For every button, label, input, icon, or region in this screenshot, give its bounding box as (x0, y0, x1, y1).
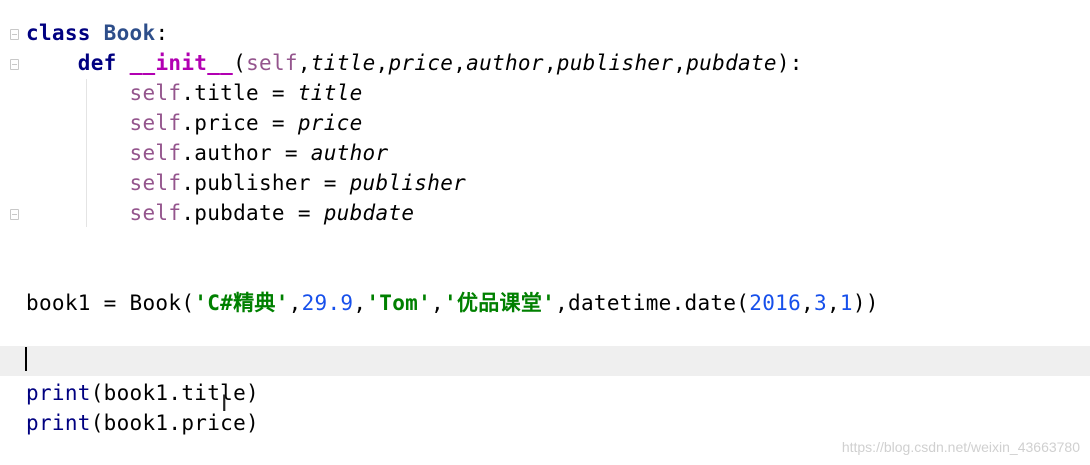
comma: , (543, 51, 557, 75)
code-text: (book1.price) (90, 411, 259, 435)
param-author: author (466, 51, 544, 75)
number-literal: 29.9 (301, 291, 354, 315)
keyword-def: def (77, 51, 117, 75)
string-literal: 'Tom' (366, 291, 432, 315)
fold-toggle-class-icon[interactable] (10, 29, 19, 40)
watermark: https://blog.csdn.net/weixin_43663780 (841, 439, 1080, 455)
builtin-print: print (26, 381, 91, 405)
self-keyword: self (129, 201, 182, 225)
text-caret (25, 347, 27, 371)
code-line-class-def[interactable]: class Book: (26, 18, 168, 48)
current-line-highlight (0, 346, 1090, 376)
fold-end-marker-icon[interactable] (10, 209, 19, 220)
param-publisher: publisher (556, 51, 674, 75)
param-price: price (388, 51, 454, 75)
number-literal: 1 (839, 291, 853, 315)
builtin-print: print (26, 411, 91, 435)
code-text: ,datetime.date( (555, 291, 750, 315)
attribute-assign: .title = (181, 81, 298, 105)
self-keyword: self (129, 141, 182, 165)
code-line-book-instance[interactable]: book1 = Book('C#精典',29.9,'Tom','优品课堂',da… (26, 288, 879, 318)
code-editor[interactable]: class Book: def __init__(self,title,pric… (0, 0, 1090, 465)
self-keyword: self (129, 171, 182, 195)
code-text: (book1.title) (90, 381, 259, 405)
code-line-assign-pubdate[interactable]: self.pubdate = pubdate (26, 198, 414, 228)
param-pubdate: pubdate (686, 51, 777, 75)
param-title: title (310, 51, 376, 75)
string-literal: 'C#精典' (194, 291, 289, 315)
assigned-value: price (297, 111, 363, 135)
attribute-assign: .pubdate = (181, 201, 324, 225)
fold-toggle-def-icon[interactable] (10, 59, 19, 70)
attribute-assign: .price = (181, 111, 298, 135)
code-line-init-def[interactable]: def __init__(self,title,price,author,pub… (26, 48, 803, 78)
paren-close: )) (852, 291, 879, 315)
self-keyword: self (129, 81, 182, 105)
ibeam-cursor-icon: I (221, 392, 228, 417)
comma: , (288, 291, 302, 315)
comma: , (453, 51, 467, 75)
code-line-assign-publisher[interactable]: self.publisher = publisher (26, 168, 466, 198)
comma: , (375, 51, 389, 75)
code-line-assign-title[interactable]: self.title = title (26, 78, 363, 108)
param-self: self (246, 51, 298, 75)
assigned-value: publisher (349, 171, 467, 195)
assigned-value: pubdate (323, 201, 415, 225)
function-name: __init__ (129, 51, 234, 75)
self-keyword: self (129, 111, 182, 135)
comma: , (801, 291, 814, 315)
paren-close-colon: ): (776, 51, 803, 75)
comma: , (673, 51, 687, 75)
attribute-assign: .publisher = (181, 171, 350, 195)
class-name: Book (103, 21, 156, 45)
number-literal: 3 (813, 291, 827, 315)
comma: , (431, 291, 444, 315)
code-line-assign-author[interactable]: self.author = author (26, 138, 389, 168)
string-literal: '优品课堂' (444, 291, 556, 315)
assigned-value: title (297, 81, 363, 105)
comma: , (826, 291, 840, 315)
assigned-value: author (310, 141, 389, 165)
comma: , (297, 51, 311, 75)
comma: , (353, 291, 367, 315)
colon: : (155, 21, 169, 45)
attribute-assign: .author = (181, 141, 311, 165)
code-text: book1 = Book( (26, 291, 195, 315)
code-line-assign-price[interactable]: self.price = price (26, 108, 363, 138)
number-literal: 2016 (749, 291, 802, 315)
keyword-class: class (26, 21, 91, 45)
paren-open: ( (233, 51, 247, 75)
editor-gutter (0, 0, 20, 465)
